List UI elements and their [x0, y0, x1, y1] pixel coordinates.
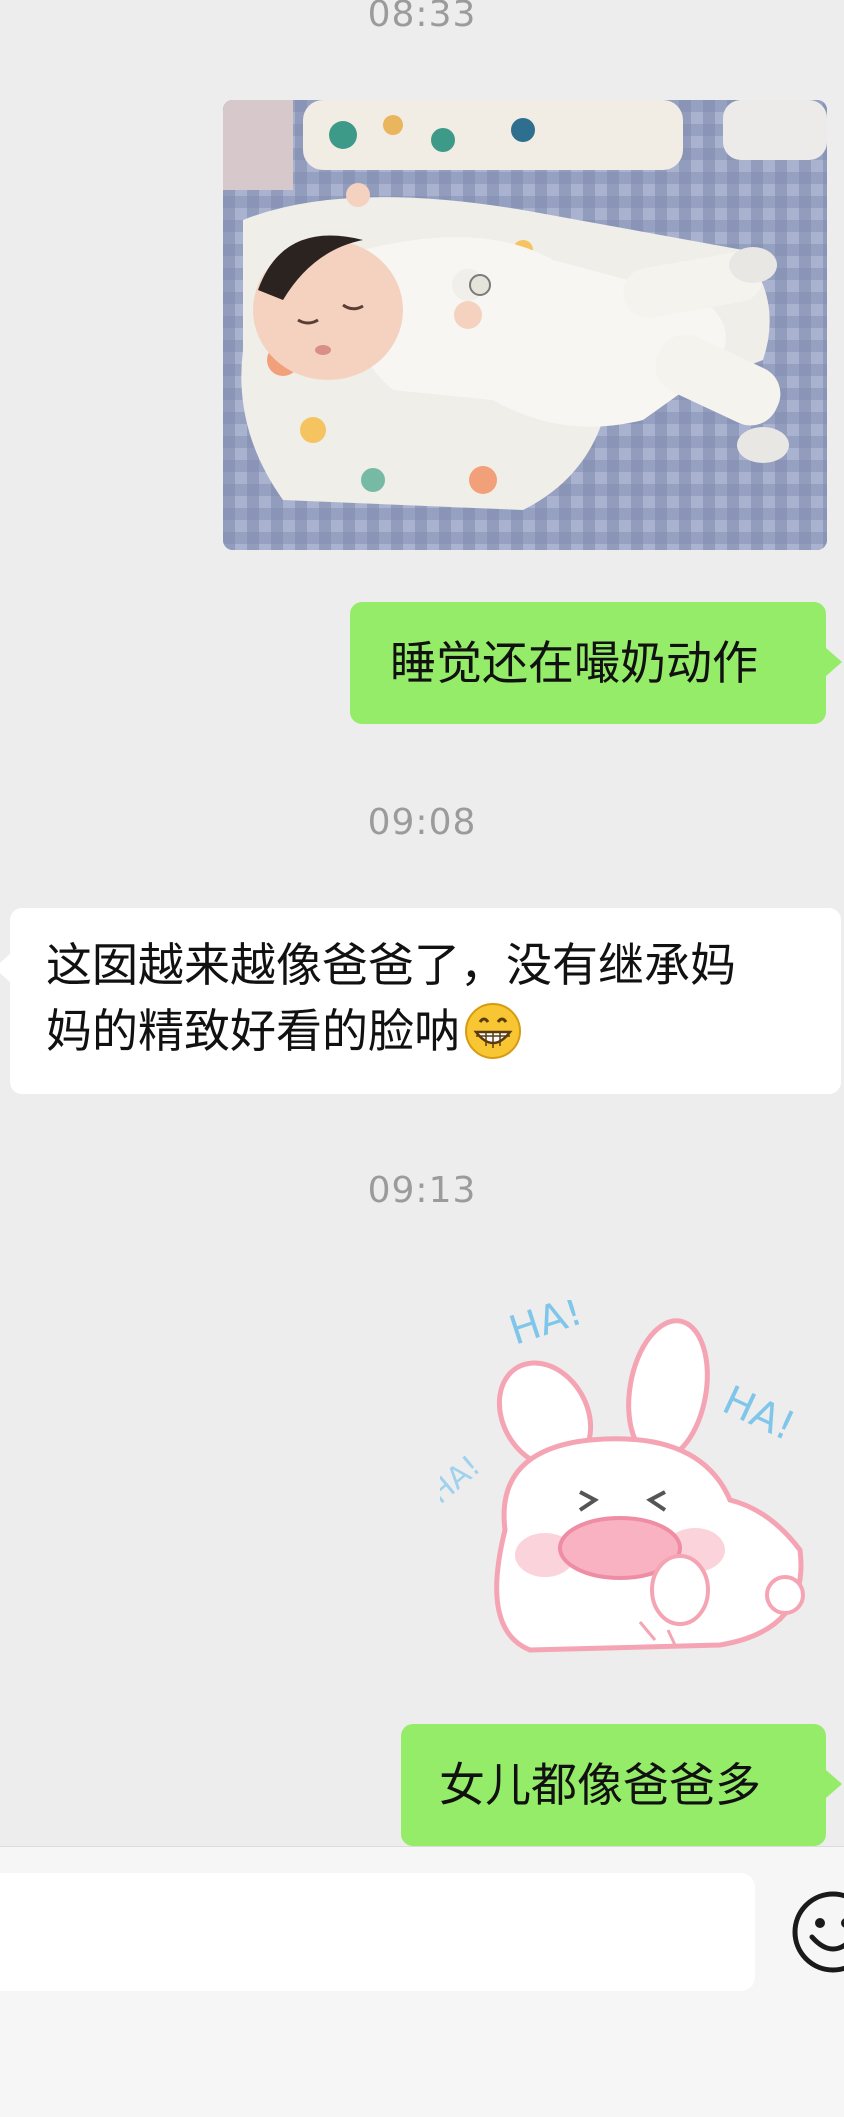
grinning-face-emoji — [465, 1003, 521, 1059]
timestamp: 09:13 — [367, 1170, 477, 1211]
message-text: 睡觉还在嘬奶动作 — [390, 636, 758, 690]
message-text: 女儿都像爸爸多 — [439, 1758, 761, 1812]
sleeping-baby-photo — [223, 100, 827, 550]
laughing-bunny-sticker: HA! HA! HA! — [423, 1288, 805, 1653]
smiley-face-icon[interactable] — [788, 1887, 844, 1977]
message-bubble-theirs[interactable]: 这囡越来越像爸爸了，没有继承妈 妈的精致好看的脸呐 — [0, 908, 841, 1094]
message-text-line: 妈的精致好看的脸呐 — [46, 998, 805, 1064]
svg-text:HA!: HA! — [440, 1449, 487, 1511]
svg-text:HA!: HA! — [504, 1300, 588, 1355]
message-bubble-mine[interactable]: 睡觉还在嘬奶动作 — [350, 602, 842, 724]
timestamp: 08:33 — [367, 0, 477, 35]
svg-text:HA!: HA! — [716, 1377, 802, 1450]
photo-message[interactable] — [223, 100, 827, 550]
message-bubble-mine[interactable]: 女儿都像爸爸多 — [401, 1724, 842, 1846]
sticker-message[interactable]: HA! HA! HA! — [423, 1288, 820, 1680]
message-text-line: 这囡越来越像爸爸了，没有继承妈 — [46, 938, 736, 992]
timestamp: 09:08 — [367, 802, 477, 843]
input-bar — [0, 1846, 844, 2117]
message-input[interactable] — [0, 1873, 755, 1991]
